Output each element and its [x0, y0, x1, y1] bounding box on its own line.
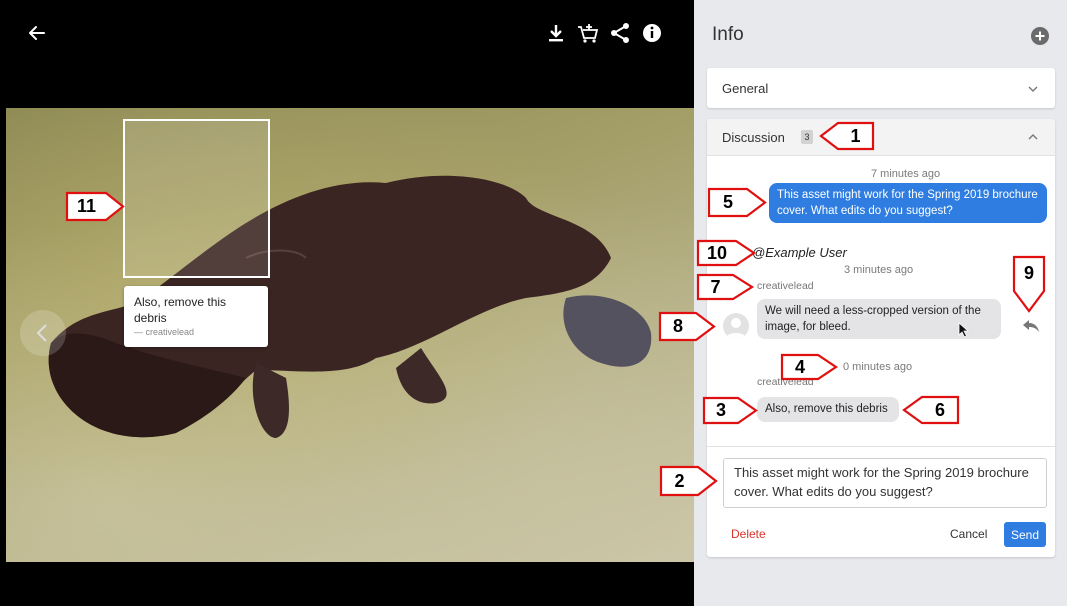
discussion-section-title: Discussion	[722, 130, 785, 145]
callout-marker: 1	[819, 121, 875, 151]
callout-marker: 3	[702, 396, 758, 425]
delete-button[interactable]: Delete	[731, 527, 766, 541]
reply-icon[interactable]	[1022, 319, 1040, 333]
mention-user[interactable]: @Example User	[752, 245, 847, 260]
chevron-up-icon	[1028, 134, 1038, 140]
download-icon	[549, 25, 563, 42]
previous-image-button[interactable]	[20, 310, 66, 356]
share-button[interactable]	[608, 20, 632, 46]
info-button[interactable]	[640, 20, 664, 46]
annotation-region[interactable]	[123, 119, 270, 278]
add-to-cart-icon	[578, 24, 599, 43]
add-to-cart-button[interactable]	[576, 20, 600, 46]
send-button[interactable]: Send	[1004, 522, 1046, 547]
general-section-title: General	[722, 81, 769, 96]
asset-image	[6, 108, 694, 562]
add-button[interactable]	[1031, 27, 1049, 45]
callout-marker: 10	[696, 239, 756, 267]
callout-marker: 2	[659, 465, 718, 497]
callout-marker: 5	[707, 187, 767, 218]
discussion-section: Discussion 3 7 minutes ago This asset mi…	[707, 119, 1055, 557]
divider	[707, 446, 1055, 447]
message-timestamp: 3 minutes ago	[844, 264, 914, 276]
message-bubble-own: This asset might work for the Spring 201…	[769, 183, 1047, 223]
back-button[interactable]	[24, 20, 50, 46]
info-icon	[643, 24, 661, 42]
callout-marker: 4	[780, 353, 838, 381]
annotation-note-author: — creativelead	[134, 327, 195, 337]
general-section[interactable]: General	[707, 68, 1055, 108]
callout-marker: 7	[696, 273, 755, 301]
comment-input[interactable]	[723, 458, 1047, 508]
chevron-left-icon	[36, 324, 47, 342]
cancel-button[interactable]: Cancel	[950, 527, 987, 541]
chevron-down-icon	[1028, 86, 1038, 92]
image-viewer: Also, remove this debris — creativelead	[0, 0, 694, 606]
callout-marker: 11	[65, 191, 125, 222]
message-timestamp: 0 minutes ago	[843, 361, 913, 373]
comment-count-badge: 3	[801, 130, 813, 144]
message-timestamp: 7 minutes ago	[871, 168, 941, 180]
annotation-note[interactable]: Also, remove this debris — creativelead	[124, 286, 268, 347]
message-author: creativelead	[757, 280, 814, 292]
viewer-toolbar	[0, 0, 694, 108]
share-icon	[611, 23, 629, 43]
callout-marker: 9	[1012, 255, 1046, 313]
message-bubble: Also, remove this debris	[757, 397, 899, 422]
arrow-left-icon	[29, 26, 45, 40]
callout-marker: 8	[658, 311, 716, 342]
callout-marker: 6	[902, 395, 960, 425]
download-button[interactable]	[544, 20, 568, 46]
plus-icon	[1035, 31, 1045, 41]
user-icon	[726, 318, 746, 339]
panel-title: Info	[712, 24, 744, 45]
mouse-cursor-icon	[958, 322, 970, 338]
discussion-header[interactable]: Discussion 3	[707, 119, 1055, 156]
annotation-note-text: Also, remove this debris	[134, 295, 227, 325]
avatar	[723, 313, 749, 339]
